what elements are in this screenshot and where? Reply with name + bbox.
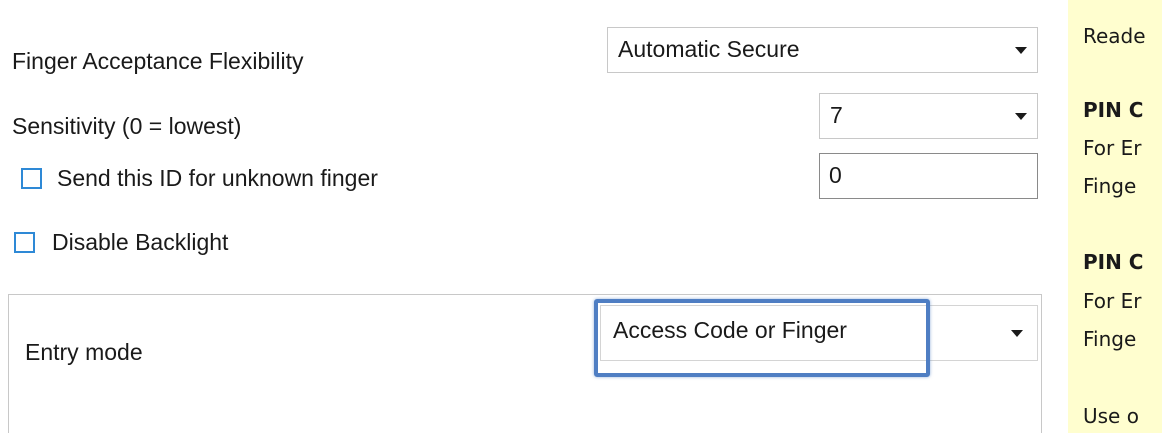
help-line: For Er: [1083, 136, 1142, 160]
finger-acceptance-value: Automatic Secure: [618, 36, 800, 62]
help-line: Finge: [1083, 327, 1137, 351]
disable-backlight-label: Disable Backlight: [52, 229, 229, 255]
sensitivity-label: Sensitivity (0 = lowest): [12, 113, 242, 139]
chevron-down-icon: [1011, 330, 1023, 337]
unknown-finger-id-input[interactable]: 0: [819, 153, 1038, 199]
help-panel: Reade PIN C For Er Finge PIN C For Er Fi…: [1068, 0, 1162, 433]
chevron-down-icon: [1015, 47, 1027, 54]
help-heading: PIN C: [1083, 98, 1144, 122]
help-line: Reade: [1083, 24, 1146, 48]
unknown-finger-id-value: 0: [829, 162, 842, 188]
unknown-finger-checkbox[interactable]: [21, 168, 42, 189]
reader-settings-panel: Finger Acceptance Flexibility Automatic …: [0, 0, 1162, 433]
help-heading: PIN C: [1083, 250, 1144, 274]
sensitivity-value: 7: [830, 102, 843, 128]
help-line: For Er: [1083, 289, 1142, 313]
help-line: Use o: [1083, 404, 1139, 428]
sensitivity-dropdown[interactable]: 7: [819, 93, 1038, 139]
chevron-down-icon: [1015, 113, 1027, 120]
entry-mode-label: Entry mode: [25, 339, 143, 365]
entry-mode-highlight-box: [594, 299, 930, 377]
finger-acceptance-label: Finger Acceptance Flexibility: [12, 48, 304, 74]
finger-acceptance-dropdown[interactable]: Automatic Secure: [607, 27, 1038, 73]
help-line: Finge: [1083, 174, 1137, 198]
unknown-finger-label: Send this ID for unknown finger: [57, 165, 378, 191]
disable-backlight-checkbox[interactable]: [14, 232, 35, 253]
